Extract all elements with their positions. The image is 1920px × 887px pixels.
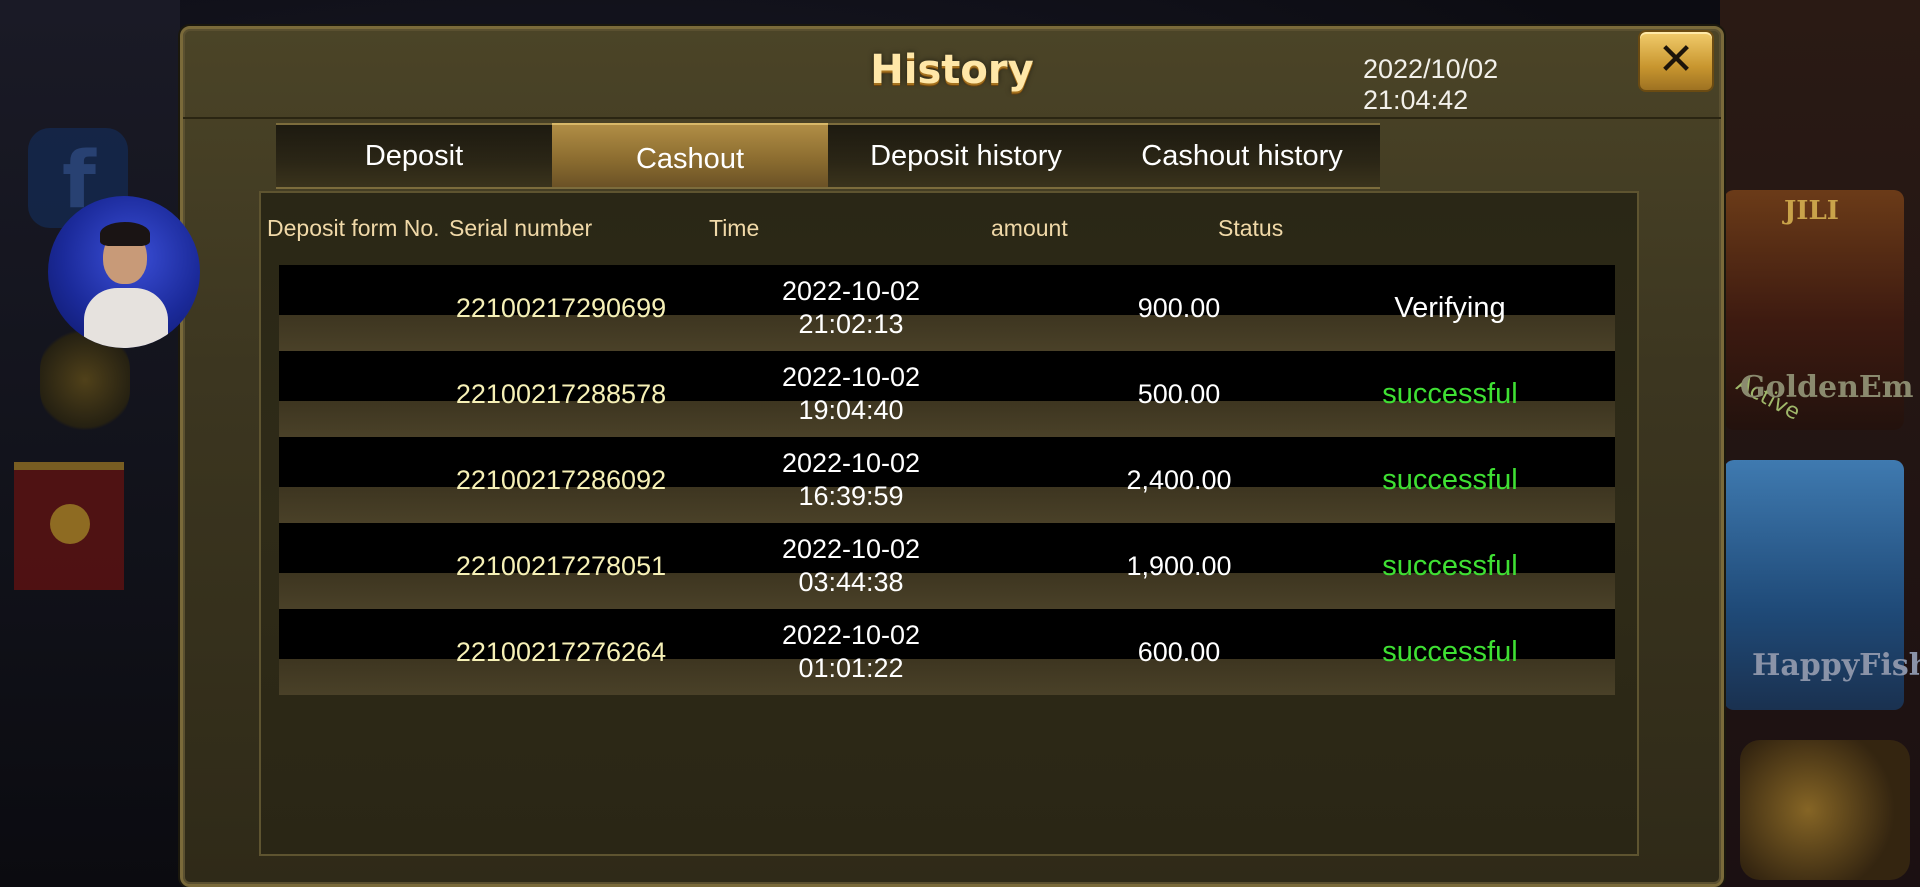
serial-number: 22100217276264 bbox=[455, 636, 667, 667]
time-cell: 2022-10-02 01:01:22 bbox=[741, 609, 961, 695]
serial-number: 22100217286092 bbox=[455, 464, 667, 495]
status-badge: successful bbox=[1382, 635, 1518, 668]
date: 2022-10-02 bbox=[781, 534, 921, 564]
tab-cashout[interactable]: Cashout bbox=[552, 123, 828, 189]
amount: 600.00 bbox=[1137, 636, 1221, 667]
clock: 01:01:22 bbox=[798, 653, 904, 683]
avatar[interactable] bbox=[48, 196, 200, 348]
table-row[interactable]: 22100217286092 2022-10-02 16:39:59 2,400… bbox=[279, 437, 1615, 523]
dialog-header: History 2022/10/02 21:04:42 ✕ bbox=[183, 29, 1721, 119]
serial-number: 22100217288578 bbox=[455, 378, 667, 409]
amount: 900.00 bbox=[1137, 292, 1221, 323]
game-card-goldenem[interactable]: JILI Active GoldenEm bbox=[1724, 190, 1914, 430]
history-dialog: History 2022/10/02 21:04:42 ✕ Deposit Ca… bbox=[180, 26, 1724, 887]
time-cell: 2022-10-02 19:04:40 bbox=[741, 351, 961, 437]
tab-cashout-history[interactable]: Cashout history bbox=[1104, 123, 1380, 189]
avatar-body bbox=[84, 288, 168, 348]
time-cell: 2022-10-02 16:39:59 bbox=[741, 437, 961, 523]
status-badge: Verifying bbox=[1394, 291, 1506, 324]
game-title: GoldenEm bbox=[1740, 370, 1914, 405]
game-card-happyfish[interactable]: HappyFish bbox=[1724, 460, 1920, 710]
serial-number: 22100217278051 bbox=[455, 550, 667, 581]
serial-number: 22100217290699 bbox=[455, 292, 667, 323]
header-deposit-form-no: Deposit form No. bbox=[267, 215, 440, 241]
date: 2022-10-02 bbox=[781, 362, 921, 392]
current-datetime: 2022/10/02 21:04:42 bbox=[1363, 54, 1499, 115]
table-header: Deposit form No. Serial number Time amou… bbox=[261, 193, 1637, 257]
tab-deposit[interactable]: Deposit bbox=[276, 123, 552, 189]
game-provider-label: JILI bbox=[1784, 196, 1839, 226]
time-cell: 2022-10-02 03:44:38 bbox=[741, 523, 961, 609]
header-amount: amount bbox=[991, 215, 1068, 241]
date: 2022-10-02 bbox=[781, 276, 921, 306]
history-table: Deposit form No. Serial number Time amou… bbox=[259, 191, 1639, 856]
status-badge: successful bbox=[1382, 549, 1518, 582]
table-row[interactable]: 22100217288578 2022-10-02 19:04:40 500.0… bbox=[279, 351, 1615, 437]
table-body: 22100217290699 2022-10-02 21:02:13 900.0… bbox=[279, 265, 1615, 695]
history-tabs: Deposit Cashout Deposit history Cashout … bbox=[276, 123, 1380, 189]
clock: 19:04:40 bbox=[798, 395, 904, 425]
clock: 03:44:38 bbox=[798, 567, 904, 597]
amount: 1,900.00 bbox=[1126, 550, 1232, 581]
close-icon: ✕ bbox=[1657, 34, 1695, 85]
coin-icon bbox=[50, 504, 90, 544]
banner-icon[interactable] bbox=[14, 462, 124, 590]
screen: f JILI Active GoldenEm HappyFish History… bbox=[0, 0, 1920, 887]
avatar-hair bbox=[100, 222, 150, 246]
amount: 500.00 bbox=[1137, 378, 1221, 409]
clock: 16:39:59 bbox=[798, 481, 904, 511]
close-button[interactable]: ✕ bbox=[1638, 30, 1714, 92]
clock: 21:02:13 bbox=[798, 309, 904, 339]
table-row[interactable]: 22100217278051 2022-10-02 03:44:38 1,900… bbox=[279, 523, 1615, 609]
time-cell: 2022-10-02 21:02:13 bbox=[741, 265, 961, 351]
date: 2022-10-02 bbox=[781, 448, 921, 478]
tab-deposit-history[interactable]: Deposit history bbox=[828, 123, 1104, 189]
game-card-bottom[interactable] bbox=[1740, 740, 1910, 880]
status-badge: successful bbox=[1382, 463, 1518, 496]
game-title: HappyFish bbox=[1752, 648, 1920, 683]
header-status: Status bbox=[1218, 215, 1284, 241]
table-row[interactable]: 22100217276264 2022-10-02 01:01:22 600.0… bbox=[279, 609, 1615, 695]
header-time: Time bbox=[709, 215, 760, 241]
header-serial-number: Serial number bbox=[449, 215, 593, 241]
table-row[interactable]: 22100217290699 2022-10-02 21:02:13 900.0… bbox=[279, 265, 1615, 351]
amount: 2,400.00 bbox=[1126, 464, 1232, 495]
status-badge: successful bbox=[1382, 377, 1518, 410]
date: 2022-10-02 bbox=[781, 620, 921, 650]
